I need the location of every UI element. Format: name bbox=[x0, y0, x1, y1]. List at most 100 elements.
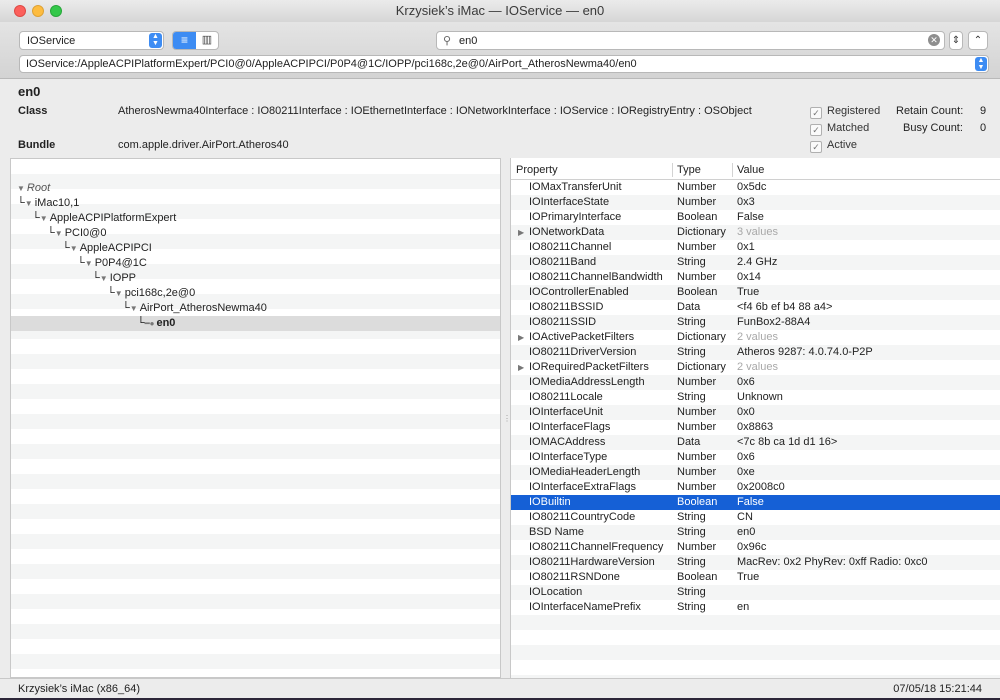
type-column-header[interactable]: Type bbox=[677, 164, 701, 176]
property-row[interactable]: ▶ IOActivePacketFilters Dictionary 2 values bbox=[511, 330, 1000, 345]
property-row[interactable]: IO80211ChannelFrequency Number 0x96c bbox=[511, 540, 1000, 555]
value-column-header[interactable]: Value bbox=[737, 164, 764, 176]
list-view-button[interactable]: ≡ bbox=[173, 32, 196, 49]
registry-path-value: IOService:/AppleACPIPlatformExpert/PCI0@… bbox=[26, 58, 637, 70]
tree-node[interactable]: └▼ PCI0@0 bbox=[11, 226, 500, 241]
property-row[interactable]: IOMediaAddressLength Number 0x6 bbox=[511, 375, 1000, 390]
tree-node[interactable]: └▼ P0P4@1C bbox=[11, 256, 500, 271]
property-row[interactable]: IOControllerEnabled Boolean True bbox=[511, 285, 1000, 300]
property-value: <f4 6b ef b4 88 a4> bbox=[737, 301, 833, 313]
columns-icon: ▥ bbox=[201, 34, 213, 46]
tree-node[interactable]: └▼ AppleACPIPCI bbox=[11, 241, 500, 256]
registry-path-field[interactable]: IOService:/AppleACPIPlatformExpert/PCI0@… bbox=[19, 55, 989, 73]
tree-node[interactable]: └━● en0 bbox=[11, 316, 500, 331]
search-options-button[interactable]: ⇕ bbox=[949, 31, 963, 50]
disclosure-triangle-icon[interactable]: ▼ bbox=[85, 259, 93, 268]
disclosure-triangle-icon[interactable]: ▼ bbox=[130, 304, 138, 313]
property-row[interactable]: IO80211CountryCode String CN bbox=[511, 510, 1000, 525]
split-view-divider[interactable]: ⋮ bbox=[501, 158, 511, 678]
property-row[interactable]: IOBuiltin Boolean False bbox=[511, 495, 1000, 510]
properties-table[interactable]: Property Type Value IOMaxTransferUnit Num… bbox=[510, 158, 1000, 678]
property-row[interactable]: ▶ IONetworkData Dictionary 3 values bbox=[511, 225, 1000, 240]
toolbar: IOService ▲ ▼ ≡ ▥ ⚲ en0 ✕ ⇕ ⌃ IOService:/… bbox=[0, 22, 1000, 79]
property-row[interactable]: IO80211Channel Number 0x1 bbox=[511, 240, 1000, 255]
property-row[interactable]: IO80211RSNDone Boolean True bbox=[511, 570, 1000, 585]
search-field[interactable]: ⚲ en0 ✕ bbox=[436, 31, 945, 50]
property-name: IORequiredPacketFilters bbox=[529, 361, 649, 373]
property-type: Number bbox=[677, 271, 717, 283]
disclosure-triangle-icon[interactable]: ▶ bbox=[518, 330, 524, 345]
property-name: IOBuiltin bbox=[529, 496, 571, 508]
empty-row bbox=[511, 645, 1000, 660]
property-type: Data bbox=[677, 436, 701, 448]
property-row[interactable]: IO80211HardwareVersion String MacRev: 0x2 … bbox=[511, 555, 1000, 570]
property-row[interactable]: IO80211Locale String Unknown bbox=[511, 390, 1000, 405]
disclosure-triangle-icon[interactable]: ▼ bbox=[40, 214, 48, 223]
property-row[interactable]: BSD Name String en0 bbox=[511, 525, 1000, 540]
disclosure-triangle-icon[interactable]: ▼ bbox=[17, 184, 25, 193]
drag-handle-icon[interactable]: ⋮ bbox=[503, 414, 511, 423]
tree-node[interactable]: └▼ pci168c,2e@0 bbox=[11, 286, 500, 301]
tree-node[interactable]: └▼ IOPP bbox=[11, 271, 500, 286]
export-button[interactable]: ⌃ bbox=[968, 31, 988, 50]
property-row[interactable]: IOInterfaceFlags Number 0x8863 bbox=[511, 420, 1000, 435]
disclosure-triangle-icon[interactable]: ▶ bbox=[518, 225, 524, 240]
property-row[interactable]: IO80211SSID String FunBox2-88A4 bbox=[511, 315, 1000, 330]
disclosure-triangle-icon[interactable]: ▼ bbox=[25, 199, 33, 208]
disclosure-triangle-icon[interactable]: ▼ bbox=[115, 289, 123, 298]
minimize-window-button[interactable] bbox=[32, 5, 44, 17]
property-value: 0x14 bbox=[737, 271, 761, 283]
property-name: IOControllerEnabled bbox=[529, 286, 629, 298]
property-row[interactable]: IOInterfaceUnit Number 0x0 bbox=[511, 405, 1000, 420]
property-row[interactable]: IOMaxTransferUnit Number 0x5dc bbox=[511, 180, 1000, 195]
property-value: 3 values bbox=[737, 226, 778, 238]
active-checkbox: ✓ Active bbox=[810, 139, 857, 153]
zoom-window-button[interactable] bbox=[50, 5, 62, 17]
disclosure-triangle-icon[interactable]: ▼ bbox=[70, 244, 78, 253]
property-row[interactable]: IOLocation String bbox=[511, 585, 1000, 600]
property-row[interactable]: IOMediaHeaderLength Number 0xe bbox=[511, 465, 1000, 480]
clear-search-icon[interactable]: ✕ bbox=[928, 34, 940, 46]
tree-node[interactable]: ▼ Root bbox=[11, 181, 500, 196]
disclosure-triangle-icon[interactable]: ▶ bbox=[518, 360, 524, 375]
property-name: BSD Name bbox=[529, 526, 585, 538]
column-view-button[interactable]: ▥ bbox=[196, 32, 218, 49]
property-row[interactable]: IO80211BSSID Data <f4 6b ef b4 88 a4> bbox=[511, 300, 1000, 315]
property-type: Data bbox=[677, 301, 701, 313]
property-name: IO80211Band bbox=[529, 256, 597, 268]
plane-select[interactable]: IOService ▲ ▼ bbox=[19, 31, 164, 50]
property-row[interactable]: IOInterfaceExtraFlags Number 0x2008c0 bbox=[511, 480, 1000, 495]
property-value: CN bbox=[737, 511, 753, 523]
path-stepper-icon[interactable]: ▲ ▼ bbox=[975, 57, 987, 71]
property-row[interactable]: ▶ IORequiredPacketFilters Dictionary 2 valu… bbox=[511, 360, 1000, 375]
title-bar[interactable]: Krzysiek’s iMac — IOService — en0 bbox=[0, 0, 1000, 22]
up-down-arrows-icon: ⇕ bbox=[951, 35, 961, 46]
property-row[interactable]: IOInterfaceNamePrefix String en bbox=[511, 600, 1000, 615]
property-column-header[interactable]: Property bbox=[516, 164, 558, 176]
close-window-button[interactable] bbox=[14, 5, 26, 17]
disclosure-triangle-icon[interactable]: ▼ bbox=[100, 274, 108, 283]
property-value: 0x6 bbox=[737, 376, 755, 388]
disclosure-triangle-icon[interactable]: ▼ bbox=[55, 229, 63, 238]
tree-row-background bbox=[11, 444, 500, 459]
property-row[interactable]: IOInterfaceState Number 0x3 bbox=[511, 195, 1000, 210]
tree-connector: └ bbox=[32, 212, 40, 224]
property-name: IOInterfaceState bbox=[529, 196, 610, 208]
tree-connector: └ bbox=[77, 257, 85, 269]
tree-node[interactable]: └▼ iMac10,1 bbox=[11, 196, 500, 211]
tree-node[interactable]: └▼ AirPort_AtherosNewma40 bbox=[11, 301, 500, 316]
tree-node[interactable]: └▼ AppleACPIPlatformExpert bbox=[11, 211, 500, 226]
list-icon: ≡ bbox=[180, 33, 188, 47]
property-type: String bbox=[677, 511, 706, 523]
property-row[interactable]: IO80211Band String 2.4 GHz bbox=[511, 255, 1000, 270]
tree-row-background bbox=[11, 534, 500, 549]
class-value: AtherosNewma40Interface : IO80211Interfa… bbox=[118, 105, 752, 117]
registry-tree-view[interactable]: ▼ Root └▼ iMac10,1 └▼ AppleACPIPlatformExpert… bbox=[10, 158, 501, 678]
property-row[interactable]: IO80211DriverVersion String Atheros 9287: … bbox=[511, 345, 1000, 360]
property-row[interactable]: IO80211ChannelBandwidth Number 0x14 bbox=[511, 270, 1000, 285]
property-row[interactable]: IOInterfaceType Number 0x6 bbox=[511, 450, 1000, 465]
tree-node-label: AppleACPIPlatformExpert bbox=[49, 212, 177, 224]
property-row[interactable]: IOMACAddress Data <7c 8b ca 1d d1 16> bbox=[511, 435, 1000, 450]
property-row[interactable]: IOPrimaryInterface Boolean False bbox=[511, 210, 1000, 225]
property-type: String bbox=[677, 586, 706, 598]
